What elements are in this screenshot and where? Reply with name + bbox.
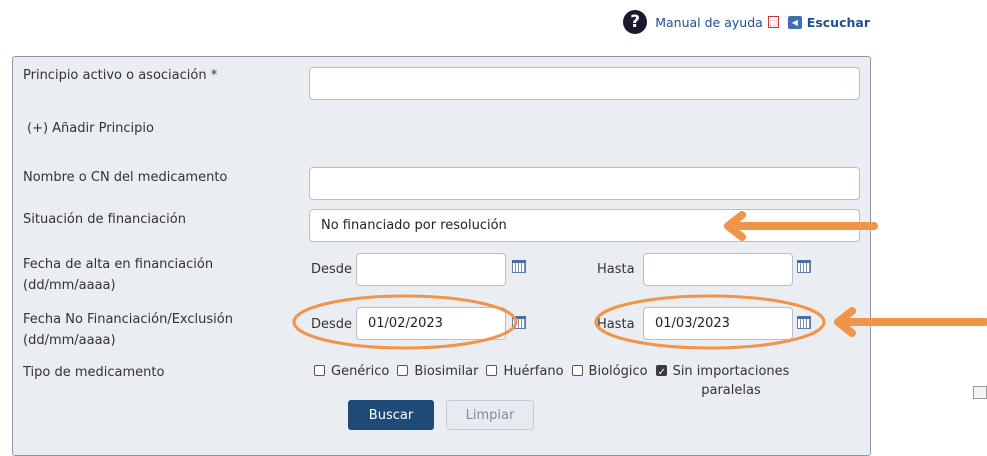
active-principle-input[interactable] bbox=[309, 67, 860, 100]
parallel-import-line2: paralelas bbox=[701, 383, 761, 398]
pdf-icon[interactable]: ⬚ bbox=[767, 16, 779, 28]
help-bar: ? Manual de ayuda ⬚ ◀ Escuchar bbox=[623, 10, 870, 34]
add-principle-link[interactable]: (+) Añadir Principio bbox=[27, 119, 154, 138]
financing-status-label: Situación de financiación bbox=[23, 212, 186, 227]
financing-to-label: Hasta bbox=[597, 262, 635, 277]
exclusion-date-format: (dd/mm/aaaa) bbox=[23, 333, 116, 348]
type-option-biologic[interactable]: Biológico bbox=[571, 362, 648, 381]
medicine-name-label: Nombre o CN del medicamento bbox=[23, 170, 228, 185]
exclusion-to-label: Hasta bbox=[597, 317, 635, 332]
checkbox-parallel-import[interactable] bbox=[655, 363, 667, 382]
financing-from-input[interactable] bbox=[356, 253, 506, 286]
checkbox-biologic[interactable] bbox=[571, 365, 583, 376]
checkbox-generic[interactable] bbox=[314, 365, 325, 376]
exclusion-date-label: Fecha No Financiación/Exclusión bbox=[23, 312, 233, 327]
page-corner-icon bbox=[973, 386, 987, 399]
exclusion-from-label: Desde bbox=[311, 317, 353, 332]
manual-link[interactable]: Manual de ayuda bbox=[655, 15, 763, 30]
calendar-icon[interactable] bbox=[797, 260, 811, 273]
exclusion-from-input[interactable]: 01/02/2023 bbox=[356, 307, 506, 340]
medicine-type-label: Tipo de medicamento bbox=[23, 365, 165, 380]
type-option-biosimilar[interactable]: Biosimilar bbox=[397, 362, 478, 381]
calendar-icon[interactable] bbox=[512, 260, 526, 273]
option-label: Biosimilar bbox=[414, 364, 479, 379]
checkbox-biosimilar[interactable] bbox=[397, 365, 409, 376]
type-option-orphan[interactable]: Huérfano bbox=[486, 362, 564, 381]
clear-button[interactable]: Limpiar bbox=[446, 400, 534, 430]
type-option-parallel-import[interactable]: Sin importaciones paralelas bbox=[655, 362, 790, 400]
financing-to-input[interactable] bbox=[643, 253, 793, 286]
search-button[interactable]: Buscar bbox=[348, 400, 434, 430]
financing-date-label: Fecha de alta en financiación bbox=[23, 257, 214, 272]
help-icon[interactable]: ? bbox=[623, 10, 648, 34]
parallel-import-line1: Sin importaciones bbox=[672, 364, 790, 379]
calendar-icon[interactable] bbox=[797, 316, 811, 329]
calendar-icon[interactable] bbox=[512, 316, 526, 329]
checkbox-orphan[interactable] bbox=[486, 365, 498, 376]
financing-date-format: (dd/mm/aaaa) bbox=[23, 278, 116, 293]
medicine-type-options: Genérico Biosimilar Huérfano Biológico S… bbox=[314, 362, 789, 400]
financing-from-label: Desde bbox=[311, 262, 353, 277]
medicine-name-input[interactable] bbox=[309, 167, 860, 200]
parallel-import-text: Sin importaciones paralelas bbox=[673, 362, 790, 400]
listen-link[interactable]: Escuchar bbox=[807, 15, 870, 30]
option-label: Genérico bbox=[331, 364, 390, 379]
option-label: Huérfano bbox=[503, 364, 564, 379]
exclusion-to-input[interactable]: 01/03/2023 bbox=[643, 307, 793, 340]
active-principle-label: Principio activo o asociación * bbox=[23, 68, 218, 83]
speaker-icon[interactable]: ◀ bbox=[787, 15, 802, 29]
option-label: Biológico bbox=[588, 364, 648, 379]
financing-status-select[interactable]: No financiado por resolución bbox=[309, 209, 860, 242]
type-option-generic[interactable]: Genérico bbox=[314, 362, 389, 381]
